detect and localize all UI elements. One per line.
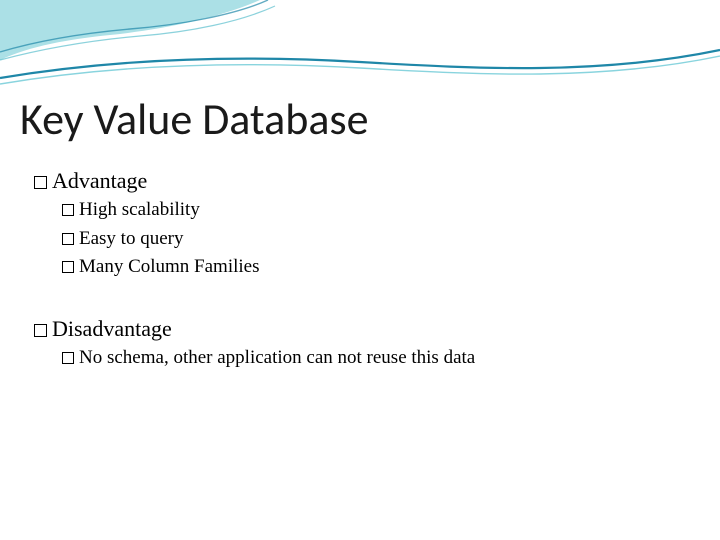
list-item: No schema, other application can not reu… <box>62 344 680 373</box>
square-bullet-icon <box>62 261 74 273</box>
list-item: Many Column Families <box>62 253 680 282</box>
square-bullet-icon <box>62 233 74 245</box>
wave-decoration <box>0 0 720 95</box>
spacer <box>34 282 680 310</box>
list-item-text: No schema, other application can not reu… <box>79 347 475 368</box>
list-item-text: Many Column Families <box>79 256 260 277</box>
list-item-text: Easy to query <box>79 228 183 249</box>
square-bullet-icon <box>34 324 47 337</box>
slide-title: Key Value Database <box>20 92 369 146</box>
square-bullet-icon <box>62 204 74 216</box>
list-item: High scalability <box>62 196 680 225</box>
square-bullet-icon <box>34 176 47 189</box>
slide-body: Advantage High scalability Easy to query… <box>34 162 680 372</box>
advantage-items: High scalability Easy to query Many Colu… <box>62 196 680 282</box>
section-heading-text: Disadvantage <box>52 316 172 341</box>
disadvantage-items: No schema, other application can not reu… <box>62 344 680 373</box>
section-heading-disadvantage: Disadvantage <box>34 316 680 342</box>
slide: Key Value Database Advantage High scalab… <box>0 0 720 540</box>
square-bullet-icon <box>62 352 74 364</box>
list-item: Easy to query <box>62 225 680 254</box>
section-heading-text: Advantage <box>52 168 147 193</box>
section-heading-advantage: Advantage <box>34 168 680 194</box>
list-item-text: High scalability <box>79 199 200 220</box>
